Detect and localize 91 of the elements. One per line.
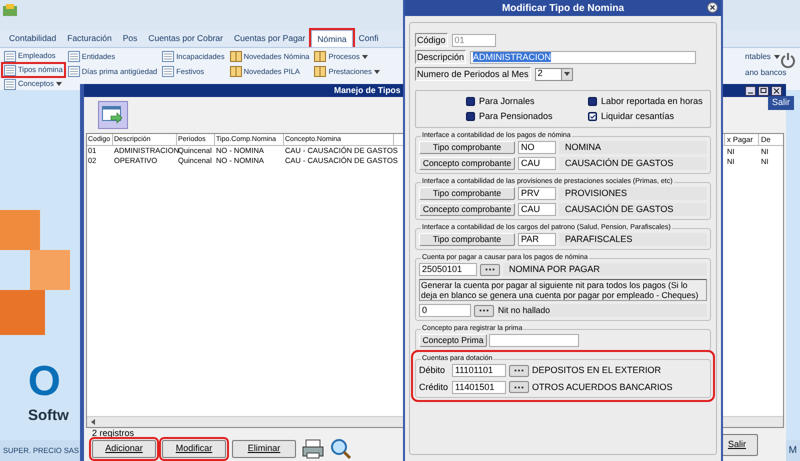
browse-button[interactable] — [480, 264, 500, 276]
caret-icon — [564, 72, 570, 76]
book-icon — [314, 51, 326, 62]
list-icon — [162, 51, 174, 62]
ellipsis-icon — [514, 369, 524, 372]
action-button[interactable]: Tipo comprobante — [419, 141, 515, 154]
field-label: Crédito — [419, 380, 449, 394]
minimize-icon[interactable] — [745, 86, 756, 96]
input-field[interactable] — [489, 334, 579, 347]
description-text: CAUSACIÓN DE GASTOS — [559, 203, 707, 216]
checkbox[interactable]: Liquidar cesantías — [588, 110, 710, 124]
action-button[interactable]: Adicionar — [92, 440, 156, 458]
ribbon-tab[interactable]: Pos — [118, 30, 142, 47]
description-text: OTROS ACUERDOS BANCARIOS — [532, 380, 673, 394]
ribbon-tab[interactable]: Contabilidad — [4, 30, 62, 47]
export-button[interactable] — [98, 101, 128, 129]
ellipsis-icon — [479, 309, 489, 312]
list-icon — [68, 66, 80, 77]
browse-button[interactable] — [509, 381, 529, 394]
list-icon — [162, 66, 174, 77]
description-text: DEPOSITOS EN EL EXTERIOR — [532, 364, 662, 377]
book-icon — [314, 66, 326, 77]
printer-icon[interactable] — [302, 438, 324, 460]
input-field[interactable]: 11401501 — [452, 380, 506, 394]
ribbon-tab[interactable]: Facturación — [62, 30, 117, 47]
power-icon — [780, 52, 796, 68]
browse-button[interactable] — [474, 304, 494, 316]
window-title: Manejo de Tipos — [334, 84, 400, 97]
input-field[interactable]: 0 — [419, 304, 471, 317]
status-text: M — [788, 444, 797, 458]
description-text: NOMINA POR PAGAR — [503, 263, 707, 276]
action-button[interactable]: Tipo comprobante — [419, 187, 515, 200]
action-button[interactable]: Concepto comprobante — [419, 157, 515, 170]
close-icon[interactable] — [707, 2, 718, 13]
caret-icon — [374, 70, 380, 74]
input-field[interactable]: ADMINISTRACION — [470, 50, 696, 64]
record-count: 2 registros — [92, 428, 134, 438]
exit-label[interactable]: Salir — [768, 96, 794, 110]
search-icon[interactable] — [330, 438, 352, 460]
description-text: NOMINA — [559, 141, 707, 154]
list-icon — [4, 50, 16, 62]
note-text: Generar la cuenta por pagar al siguiente nit para todos los pagos (Si lo deja en blanco se genera una cuenta por pagar por empleado - Cheques) — [419, 279, 707, 301]
input-field[interactable]: PAR — [518, 233, 556, 246]
checkbox[interactable]: Para Jornales — [466, 94, 588, 108]
caret-icon — [56, 82, 62, 86]
input-field[interactable]: 11101101 — [452, 364, 506, 378]
caret-icon — [362, 54, 368, 58]
ribbon-tab[interactable]: Confi — [354, 30, 384, 47]
ribbon-tab[interactable]: Nómina — [311, 30, 353, 47]
ellipsis-icon — [514, 386, 524, 389]
input-field[interactable]: 01 — [452, 34, 496, 46]
checkbox[interactable]: Para Pensionados — [466, 110, 588, 124]
left-arrow-icon — [90, 419, 96, 425]
dialog-title: Modificar Tipo de Nomina — [502, 2, 624, 16]
ribbon-tab[interactable]: Cuentas por Cobrar — [143, 30, 228, 47]
book-icon — [230, 66, 242, 77]
ribbon-item[interactable]: ano bancos — [745, 66, 786, 79]
action-button[interactable]: Modificar — [162, 440, 226, 458]
ribbon-tab[interactable]: Cuentas por Pagar — [229, 30, 310, 47]
description-text: Nit no hallado — [497, 304, 707, 317]
action-button[interactable]: Concepto comprobante — [419, 203, 515, 216]
browse-button[interactable] — [509, 364, 529, 377]
ribbon-item[interactable]: ntables — [745, 50, 786, 63]
field-label: Código — [415, 33, 448, 47]
close-icon[interactable] — [771, 86, 782, 96]
input-field[interactable]: CAU — [518, 203, 556, 216]
field-label: Numero de Periodos al Mes — [415, 67, 531, 81]
book-icon — [230, 51, 242, 62]
list-icon — [68, 51, 80, 62]
caret-icon — [774, 54, 780, 58]
checkbox[interactable]: Labor reportada en horas — [588, 94, 710, 108]
list-icon — [4, 78, 16, 90]
input-field[interactable]: 25050101 — [419, 263, 477, 276]
app-icon — [3, 4, 17, 16]
logo-text: O — [28, 360, 61, 402]
action-button[interactable]: Concepto Prima — [419, 334, 487, 347]
description-text: PARAFISCALES — [559, 233, 707, 246]
dropdown[interactable]: 2 — [534, 68, 573, 80]
input-field[interactable]: CAU — [518, 157, 556, 170]
list-icon — [4, 64, 16, 76]
description-text: PROVISIONES — [559, 187, 707, 200]
description-text: CAUSACIÓN DE GASTOS — [559, 157, 707, 170]
field-label: Débito — [419, 364, 446, 377]
logo-text: Softw — [28, 408, 69, 423]
ellipsis-icon — [485, 268, 495, 271]
action-button[interactable]: Tipo comprobante — [419, 233, 515, 246]
action-button[interactable]: Eliminar — [232, 440, 296, 458]
input-field[interactable]: NO — [518, 141, 556, 154]
input-field[interactable]: PRV — [518, 187, 556, 200]
maximize-icon[interactable] — [758, 86, 769, 96]
field-label: Descripción — [415, 50, 466, 64]
